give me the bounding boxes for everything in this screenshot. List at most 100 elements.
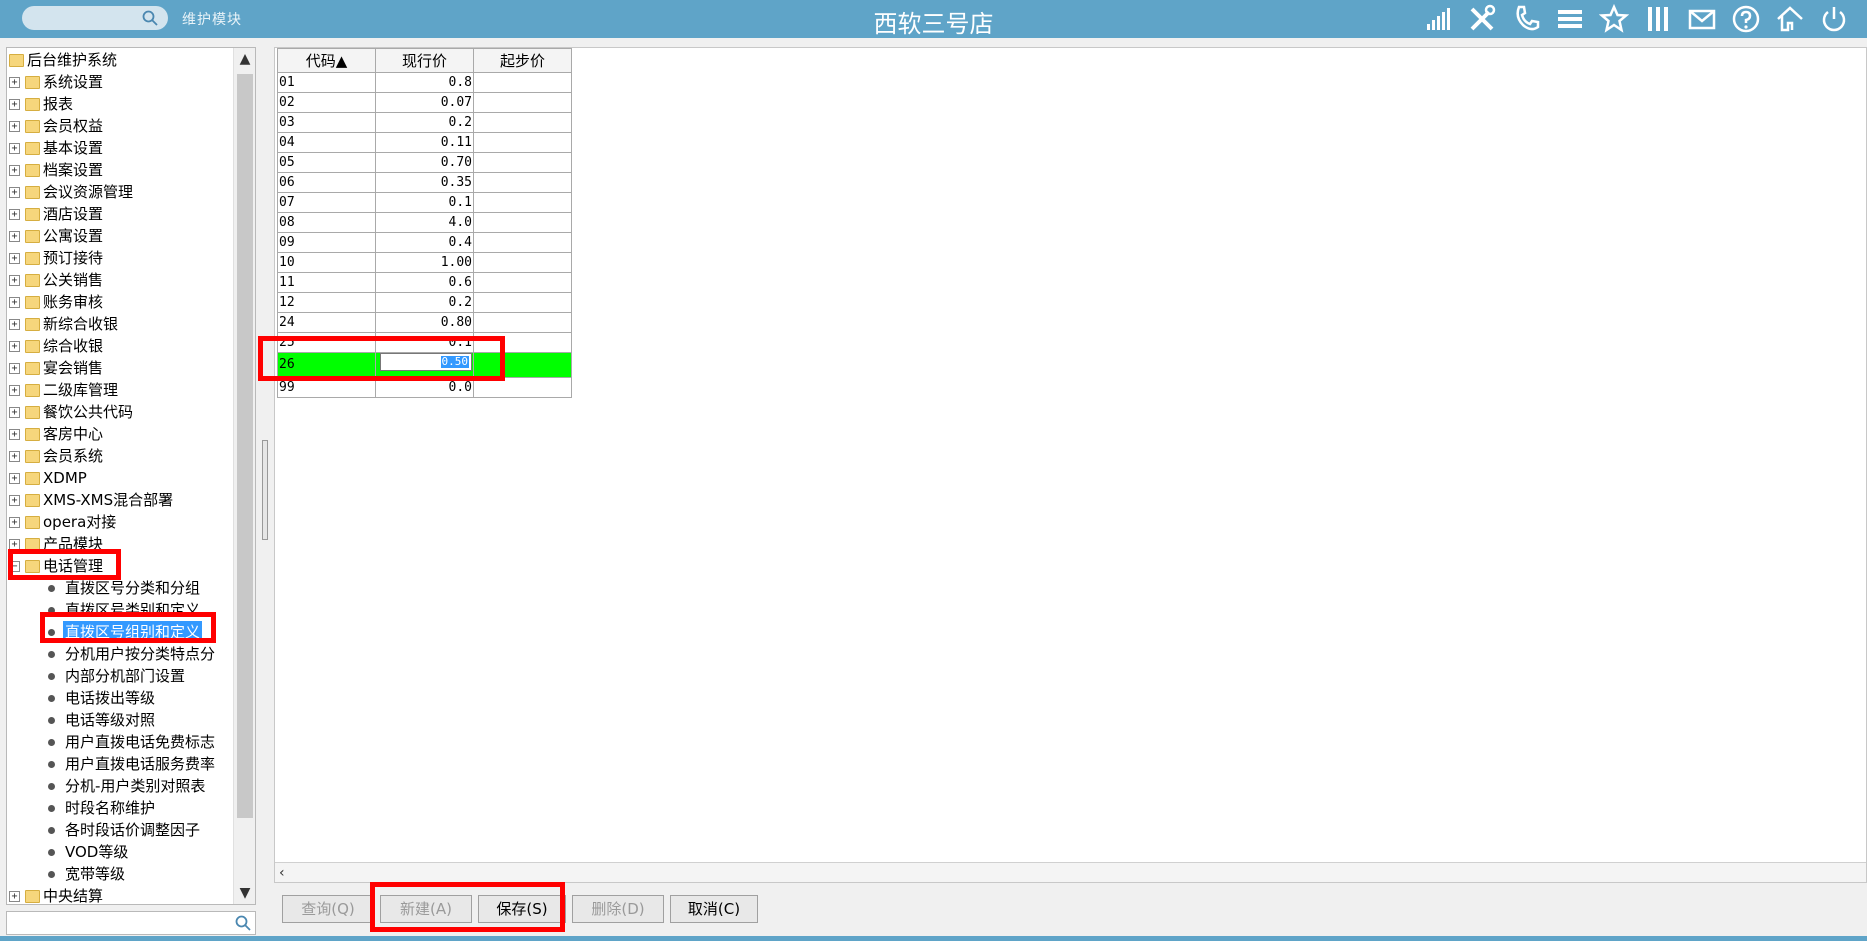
start-price-cell[interactable] (473, 232, 572, 253)
start-price-cell[interactable] (473, 352, 572, 378)
tree-scrollbar[interactable]: ▲ ▼ (233, 48, 255, 904)
new-button[interactable]: 新建(A) (380, 895, 472, 923)
code-cell[interactable]: 04 (277, 132, 376, 153)
code-cell[interactable]: 02 (277, 92, 376, 113)
code-cell[interactable]: 08 (277, 212, 376, 233)
code-cell[interactable]: 09 (277, 232, 376, 253)
expand-icon[interactable]: + (9, 319, 20, 330)
table-row[interactable]: 02 0.07 (277, 92, 572, 113)
price-cell-editing[interactable]: 0.50 (375, 352, 474, 378)
expand-icon[interactable]: + (9, 429, 20, 440)
signal-icon[interactable] (1423, 4, 1453, 34)
expand-icon[interactable]: + (9, 407, 20, 418)
start-price-cell[interactable] (473, 212, 572, 233)
expand-icon[interactable]: + (9, 891, 20, 902)
navigation-tree[interactable]: 后台维护系统 + 系统设置 + 报表 + 会员权益 + 基本设置 + 档案设置 + 会议资源管理 + 酒店设… (6, 47, 256, 905)
table-row[interactable]: 09 0.4 (277, 232, 572, 253)
price-cell[interactable]: 0.35 (375, 172, 474, 193)
expand-icon[interactable]: + (9, 99, 20, 110)
start-price-cell[interactable] (473, 112, 572, 133)
expand-icon[interactable]: + (9, 231, 20, 242)
price-cell[interactable]: 1.00 (375, 252, 474, 273)
house-icon[interactable] (1775, 4, 1805, 34)
columns-icon[interactable] (1643, 4, 1673, 34)
start-price-cell[interactable] (473, 292, 572, 313)
collapse-icon[interactable]: − (9, 561, 20, 572)
code-cell[interactable]: 24 (277, 312, 376, 333)
start-price-cell[interactable] (473, 152, 572, 173)
expand-icon[interactable]: + (9, 451, 20, 462)
table-row[interactable]: 07 0.1 (277, 192, 572, 213)
delete-button[interactable]: 删除(D) (572, 895, 664, 923)
price-cell[interactable]: 4.0 (375, 212, 474, 233)
expand-icon[interactable]: + (9, 363, 20, 374)
mail-icon[interactable] (1687, 4, 1717, 34)
start-price-cell[interactable] (473, 252, 572, 273)
start-price-cell[interactable] (473, 332, 572, 353)
tools-icon[interactable] (1467, 4, 1497, 34)
code-cell[interactable]: 06 (277, 172, 376, 193)
start-price-cell[interactable] (473, 377, 572, 398)
tree-search-input[interactable] (6, 911, 256, 935)
table-row[interactable]: 25 0.1 (277, 332, 572, 353)
start-price-cell[interactable] (473, 72, 572, 93)
code-cell[interactable]: 11 (277, 272, 376, 293)
price-cell[interactable]: 0.4 (375, 232, 474, 253)
table-row[interactable]: 99 0.0 (277, 377, 572, 398)
start-price-cell[interactable] (473, 172, 572, 193)
scroll-up-icon[interactable]: ▲ (234, 48, 255, 70)
table-row[interactable]: 08 4.0 (277, 212, 572, 233)
expand-icon[interactable]: + (9, 517, 20, 528)
help-icon[interactable] (1731, 4, 1761, 34)
column-header-code[interactable]: 代码▲ (277, 48, 376, 73)
price-cell[interactable]: 0.2 (375, 112, 474, 133)
table-row[interactable]: 05 0.70 (277, 152, 572, 173)
table-row[interactable]: 01 0.8 (277, 72, 572, 93)
menu-icon[interactable] (1555, 4, 1585, 34)
code-cell[interactable]: 05 (277, 152, 376, 173)
expand-icon[interactable]: + (9, 495, 20, 506)
price-cell[interactable]: 0.1 (375, 192, 474, 213)
price-cell[interactable]: 0.11 (375, 132, 474, 153)
expand-icon[interactable]: + (9, 77, 20, 88)
save-button[interactable]: 保存(S) (478, 895, 566, 923)
start-price-cell[interactable] (473, 92, 572, 113)
expand-icon[interactable]: + (9, 473, 20, 484)
table-row[interactable]: 03 0.2 (277, 112, 572, 133)
panel-splitter[interactable] (262, 440, 268, 540)
table-row[interactable]: 10 1.00 (277, 252, 572, 273)
table-row[interactable]: 12 0.2 (277, 292, 572, 313)
expand-icon[interactable]: + (9, 341, 20, 352)
price-edit-input[interactable]: 0.50 (380, 353, 472, 371)
grid-horizontal-scrollbar[interactable]: ‹ (275, 862, 1866, 882)
phone-icon[interactable] (1511, 4, 1541, 34)
expand-icon[interactable]: + (9, 539, 20, 550)
power-icon[interactable] (1819, 4, 1849, 34)
price-cell[interactable]: 0.80 (375, 312, 474, 333)
code-cell[interactable]: 01 (277, 72, 376, 93)
price-cell[interactable]: 0.1 (375, 332, 474, 353)
expand-icon[interactable]: + (9, 187, 20, 198)
price-cell[interactable]: 0.70 (375, 152, 474, 173)
tree-scroll-thumb[interactable] (237, 74, 253, 818)
cancel-button[interactable]: 取消(C) (670, 895, 758, 923)
price-cell[interactable]: 0.07 (375, 92, 474, 113)
price-cell[interactable]: 0.0 (375, 377, 474, 398)
expand-icon[interactable]: + (9, 253, 20, 264)
table-row[interactable]: 24 0.80 (277, 312, 572, 333)
code-cell[interactable]: 25 (277, 332, 376, 353)
expand-icon[interactable]: + (9, 385, 20, 396)
price-cell[interactable]: 0.2 (375, 292, 474, 313)
start-price-cell[interactable] (473, 132, 572, 153)
code-cell[interactable]: 10 (277, 252, 376, 273)
start-price-cell[interactable] (473, 272, 572, 293)
expand-icon[interactable]: + (9, 143, 20, 154)
expand-icon[interactable]: + (9, 209, 20, 220)
table-row[interactable]: 26 0.50 (277, 352, 572, 378)
expand-icon[interactable]: + (9, 275, 20, 286)
price-cell[interactable]: 0.6 (375, 272, 474, 293)
scroll-down-icon[interactable]: ▼ (234, 882, 255, 904)
table-row[interactable]: 04 0.11 (277, 132, 572, 153)
start-price-cell[interactable] (473, 312, 572, 333)
search-icon[interactable] (235, 915, 251, 935)
